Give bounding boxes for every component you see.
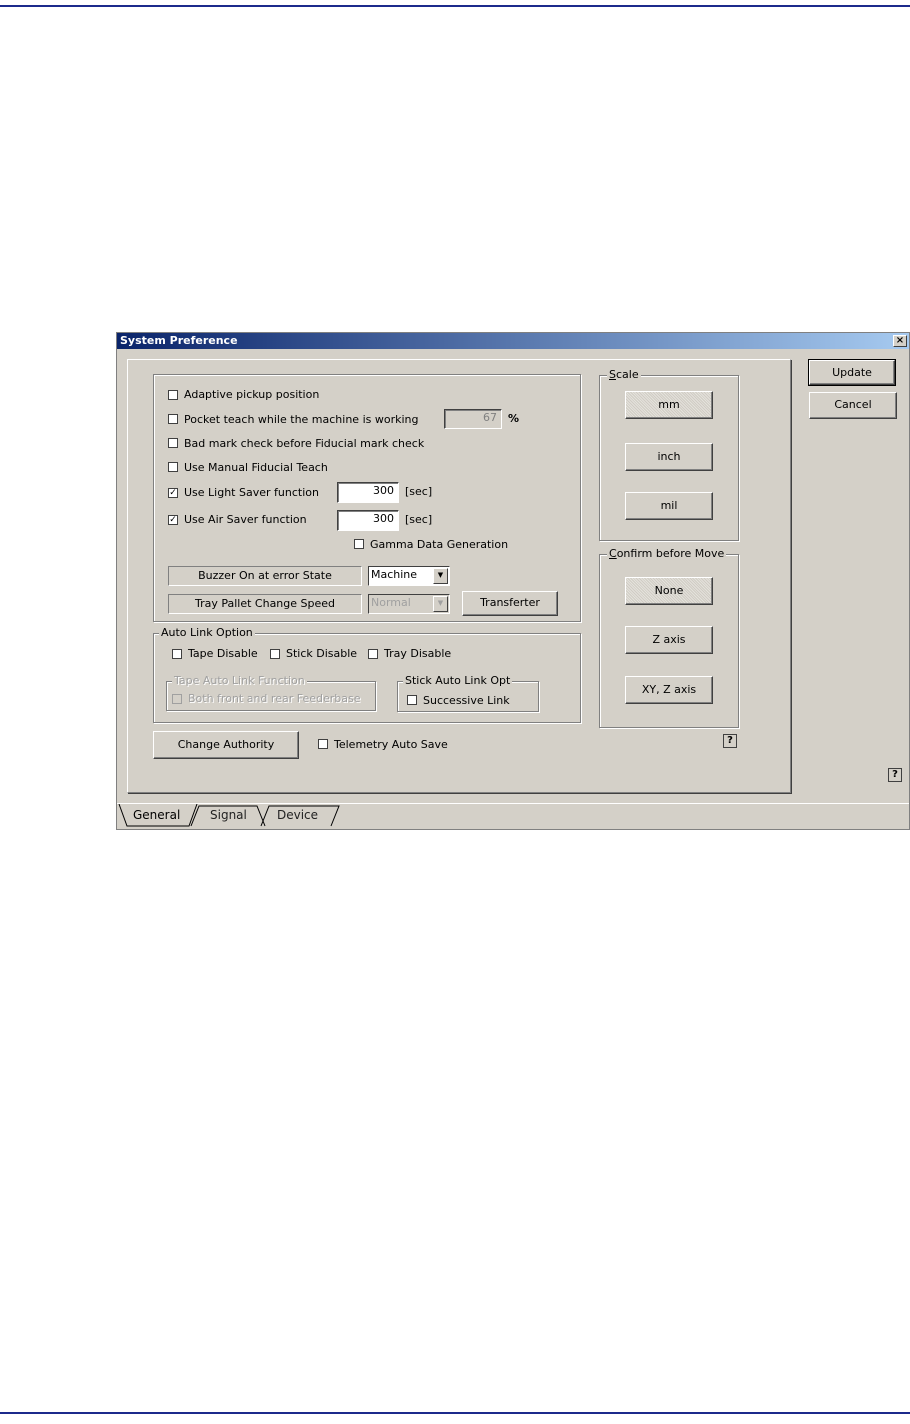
buzzer-select[interactable]: Machine ▼ (368, 566, 450, 586)
successive-link-label: Successive Link (423, 694, 510, 707)
dialog-title: System Preference (117, 333, 909, 349)
update-button[interactable]: Update (808, 359, 896, 386)
light-saver-input[interactable]: 300 (337, 482, 399, 503)
telemetry-checkbox[interactable] (318, 739, 328, 749)
adaptive-pickup-label: Adaptive pickup position (184, 388, 320, 401)
confirm-z-axis-button[interactable]: Z axis (625, 626, 713, 654)
bad-mark-label: Bad mark check before Fiducial mark chec… (184, 437, 425, 450)
tray-disable-checkbox[interactable] (368, 649, 378, 659)
scale-title: Scale (607, 369, 641, 381)
buzzer-label: Buzzer On at error State (168, 566, 362, 586)
confirm-xyz-axis-button[interactable]: XY, Z axis (625, 676, 713, 704)
scale-inch-button[interactable]: inch (625, 443, 713, 471)
confirm-title: Confirm before Move (607, 547, 727, 560)
scale-title-mnemonic: S (609, 368, 616, 381)
confirm-title-rest: onfirm before Move (616, 547, 725, 560)
pocket-teach-checkbox[interactable] (168, 414, 178, 424)
system-preference-dialog: System Preference × Adaptive pickup posi… (116, 332, 910, 830)
air-saver-checkbox[interactable]: ✓ (168, 515, 178, 525)
gamma-checkbox[interactable] (354, 539, 364, 549)
tray-pallet-label: Tray Pallet Change Speed (168, 594, 362, 614)
air-saver-label: Use Air Saver function (184, 513, 307, 526)
air-saver-unit: [sec] (405, 513, 433, 526)
tab-signal[interactable]: Signal (204, 804, 253, 826)
scale-mil-button[interactable]: mil (625, 492, 713, 520)
pocket-teach-input[interactable]: 67 (444, 409, 502, 429)
auto-link-title: Auto Link Option (159, 626, 255, 639)
tape-disable-label: Tape Disable (188, 647, 258, 660)
pocket-teach-label: Pocket teach while the machine is workin… (184, 413, 419, 426)
chevron-down-icon[interactable]: ▼ (433, 568, 448, 584)
tab-general[interactable]: General (127, 804, 186, 826)
light-saver-unit: [sec] (405, 485, 433, 498)
both-feederbase-label: Both front and rear Feederbase (188, 692, 361, 705)
scale-mm-button[interactable]: mm (625, 391, 713, 419)
tab-strip: General Signal Device (117, 803, 909, 829)
telemetry-label: Telemetry Auto Save (334, 738, 448, 751)
transferter-button[interactable]: Transferter (462, 591, 558, 616)
pocket-teach-unit: % (508, 412, 520, 425)
tape-disable-checkbox[interactable] (172, 649, 182, 659)
page-top-rule (0, 5, 910, 7)
close-icon[interactable]: × (893, 335, 907, 347)
confirm-none-button[interactable]: None (625, 577, 713, 605)
manual-fiducial-checkbox[interactable] (168, 462, 178, 472)
bad-mark-checkbox[interactable] (168, 438, 178, 448)
stick-disable-checkbox[interactable] (270, 649, 280, 659)
chevron-down-icon[interactable]: ▼ (433, 596, 448, 612)
change-authority-button[interactable]: Change Authority (153, 731, 299, 759)
successive-link-checkbox[interactable] (407, 695, 417, 705)
scale-title-rest: cale (615, 368, 639, 381)
tab-device[interactable]: Device (271, 804, 324, 826)
both-feederbase-checkbox[interactable] (172, 694, 182, 704)
manual-fiducial-label: Use Manual Fiducial Teach (184, 461, 328, 474)
gamma-label: Gamma Data Generation (370, 538, 509, 551)
light-saver-label: Use Light Saver function (184, 486, 319, 499)
help-icon[interactable]: ? (888, 768, 902, 782)
adaptive-pickup-checkbox[interactable] (168, 390, 178, 400)
page-bottom-rule (0, 1412, 910, 1414)
air-saver-input[interactable]: 300 (337, 510, 399, 531)
stick-auto-link-title: Stick Auto Link Opt (403, 674, 513, 687)
help-icon[interactable]: ? (723, 734, 737, 748)
tape-auto-link-title: Tape Auto Link Function (172, 674, 307, 687)
stick-disable-label: Stick Disable (286, 647, 358, 660)
buzzer-select-value: Machine (371, 568, 418, 581)
tray-pallet-select-value: Normal (371, 596, 411, 609)
tray-pallet-select[interactable]: Normal ▼ (368, 594, 450, 614)
tray-disable-label: Tray Disable (384, 647, 452, 660)
cancel-button[interactable]: Cancel (809, 392, 897, 419)
light-saver-checkbox[interactable]: ✓ (168, 488, 178, 498)
confirm-title-mnemonic: C (609, 547, 617, 560)
